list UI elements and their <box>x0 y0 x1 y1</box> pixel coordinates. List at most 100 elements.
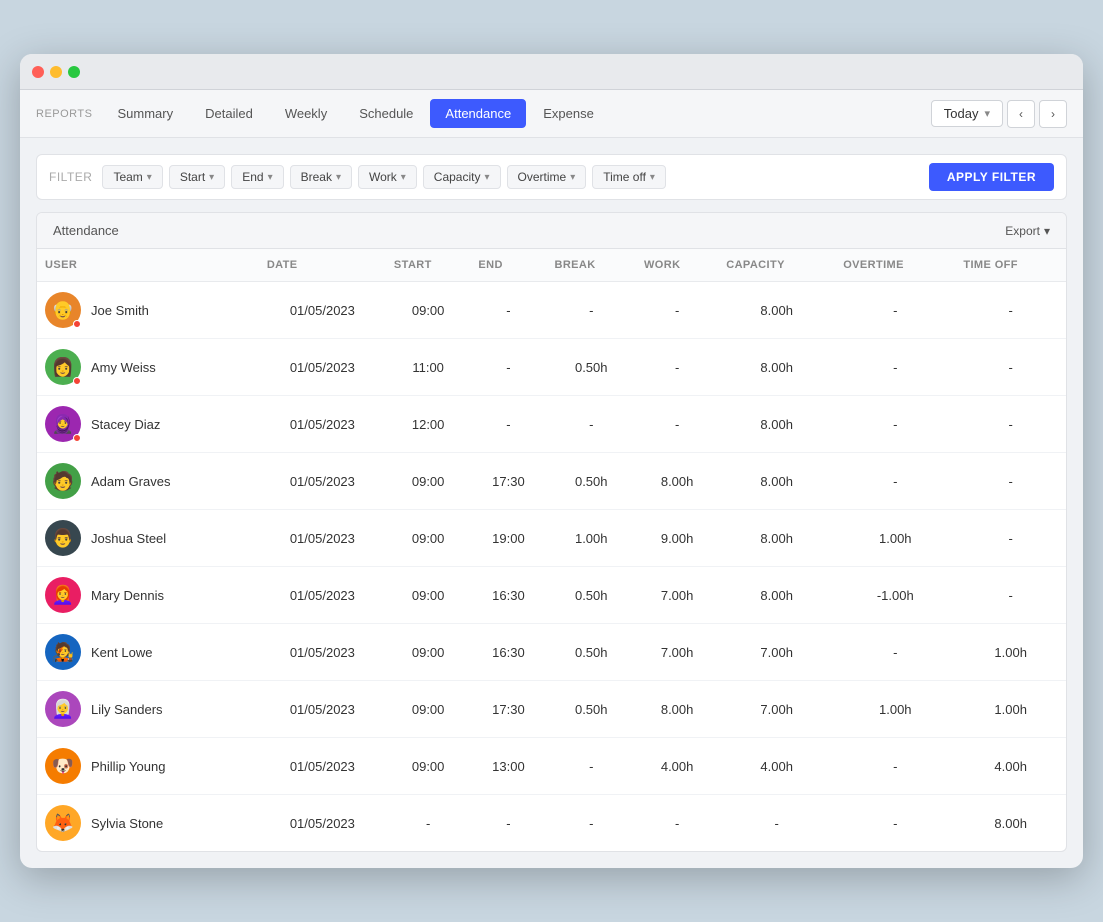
cell-capacity-adam-graves: 8.00h <box>718 453 835 510</box>
cell-work-phillip-young: 4.00h <box>636 738 718 795</box>
close-button[interactable] <box>32 66 44 78</box>
filter-chip-start[interactable]: Start▾ <box>169 165 225 189</box>
cell-timeoff-mary-dennis: - <box>955 567 1066 624</box>
cell-break-lily-sanders: 0.50h <box>546 681 636 738</box>
next-arrow[interactable]: › <box>1039 100 1067 128</box>
cell-work-adam-graves: 8.00h <box>636 453 718 510</box>
user-info: 👩 Amy Weiss <box>45 349 251 385</box>
user-cell-joe-smith: 👴 Joe Smith <box>37 282 259 339</box>
export-button[interactable]: Export ▾ <box>1005 224 1050 238</box>
cell-start-kent-lowe: 09:00 <box>386 624 470 681</box>
cell-date-mary-dennis: 01/05/2023 <box>259 567 386 624</box>
cell-date-amy-weiss: 01/05/2023 <box>259 339 386 396</box>
filter-chip-break[interactable]: Break▾ <box>290 165 352 189</box>
avatar: 👨 <box>45 520 81 556</box>
chevron-down-icon: ▾ <box>209 172 214 183</box>
filter-chip-team[interactable]: Team ▾ <box>102 165 162 189</box>
right-arrow-icon: › <box>1051 107 1055 121</box>
col-header-overtime: OVERTIME <box>835 249 955 282</box>
tab-weekly[interactable]: Weekly <box>270 99 342 128</box>
nav-right: Today ▾ ‹ › <box>931 100 1067 128</box>
filter-label: FILTER <box>49 170 92 184</box>
filter-chip-capacity[interactable]: Capacity▾ <box>423 165 501 189</box>
tab-attendance[interactable]: Attendance <box>430 99 526 128</box>
cell-date-joshua-steel: 01/05/2023 <box>259 510 386 567</box>
cell-start-joe-smith: 09:00 <box>386 282 470 339</box>
filter-chip-end[interactable]: End▾ <box>231 165 283 189</box>
tab-expense[interactable]: Expense <box>528 99 609 128</box>
tab-detailed[interactable]: Detailed <box>190 99 268 128</box>
cell-timeoff-amy-weiss: - <box>955 339 1066 396</box>
cell-date-joe-smith: 01/05/2023 <box>259 282 386 339</box>
user-info: 👨 Joshua Steel <box>45 520 251 556</box>
col-header-end: END <box>470 249 546 282</box>
user-cell-lily-sanders: 👩‍🦳 Lily Sanders <box>37 681 259 738</box>
user-info: 👴 Joe Smith <box>45 292 251 328</box>
user-name: Adam Graves <box>91 474 170 489</box>
tab-summary[interactable]: Summary <box>102 99 188 128</box>
table-row: 👩‍🦳 Lily Sanders 01/05/202309:0017:300.5… <box>37 681 1066 738</box>
user-name: Amy Weiss <box>91 360 156 375</box>
cell-work-mary-dennis: 7.00h <box>636 567 718 624</box>
cell-end-mary-dennis: 16:30 <box>470 567 546 624</box>
cell-timeoff-adam-graves: - <box>955 453 1066 510</box>
avatar: 🧕 <box>45 406 81 442</box>
cell-capacity-stacey-diaz: 8.00h <box>718 396 835 453</box>
cell-end-sylvia-stone: - <box>470 795 546 852</box>
today-button[interactable]: Today ▾ <box>931 100 1003 127</box>
cell-capacity-amy-weiss: 8.00h <box>718 339 835 396</box>
col-header-break: BREAK <box>546 249 636 282</box>
avatar: 👩‍🦰 <box>45 577 81 613</box>
avatar: 👩 <box>45 349 81 385</box>
app-window: REPORTS SummaryDetailedWeeklyScheduleAtt… <box>20 54 1083 868</box>
cell-timeoff-kent-lowe: 1.00h <box>955 624 1066 681</box>
user-info: 🧕 Stacey Diaz <box>45 406 251 442</box>
col-header-capacity: CAPACITY <box>718 249 835 282</box>
filter-chip-label-timeoff: Time off <box>603 170 646 184</box>
cell-capacity-joshua-steel: 8.00h <box>718 510 835 567</box>
chevron-down-icon: ▾ <box>147 172 152 183</box>
chevron-down-icon: ▾ <box>401 172 406 183</box>
cell-date-phillip-young: 01/05/2023 <box>259 738 386 795</box>
maximize-button[interactable] <box>68 66 80 78</box>
cell-date-kent-lowe: 01/05/2023 <box>259 624 386 681</box>
filter-chip-timeoff[interactable]: Time off▾ <box>592 165 666 189</box>
nav-bar: REPORTS SummaryDetailedWeeklyScheduleAtt… <box>20 90 1083 138</box>
cell-date-stacey-diaz: 01/05/2023 <box>259 396 386 453</box>
prev-arrow[interactable]: ‹ <box>1007 100 1035 128</box>
minimize-button[interactable] <box>50 66 62 78</box>
cell-break-mary-dennis: 0.50h <box>546 567 636 624</box>
filter-chip-label-team: Team <box>113 170 142 184</box>
col-header-date: DATE <box>259 249 386 282</box>
chevron-down-icon: ▾ <box>268 172 273 183</box>
user-info: 🦊 Sylvia Stone <box>45 805 251 841</box>
apply-filter-button[interactable]: APPLY FILTER <box>929 163 1054 191</box>
user-info: 🐶 Phillip Young <box>45 748 251 784</box>
left-arrow-icon: ‹ <box>1019 107 1023 121</box>
chevron-down-icon: ▾ <box>570 172 575 183</box>
filter-chip-label-break: Break <box>301 170 332 184</box>
user-info: 🧑‍🎤 Kent Lowe <box>45 634 251 670</box>
cell-start-amy-weiss: 11:00 <box>386 339 470 396</box>
cell-capacity-sylvia-stone: - <box>718 795 835 852</box>
filter-chip-work[interactable]: Work▾ <box>358 165 417 189</box>
cell-end-phillip-young: 13:00 <box>470 738 546 795</box>
cell-overtime-lily-sanders: 1.00h <box>835 681 955 738</box>
chevron-down-icon: ▾ <box>1044 224 1050 238</box>
tab-schedule[interactable]: Schedule <box>344 99 428 128</box>
col-header-work: WORK <box>636 249 718 282</box>
export-label: Export <box>1005 224 1040 238</box>
cell-break-stacey-diaz: - <box>546 396 636 453</box>
cell-capacity-kent-lowe: 7.00h <box>718 624 835 681</box>
table-row: 🧑‍🎤 Kent Lowe 01/05/202309:0016:300.50h7… <box>37 624 1066 681</box>
user-cell-amy-weiss: 👩 Amy Weiss <box>37 339 259 396</box>
traffic-lights <box>32 66 80 78</box>
cell-timeoff-lily-sanders: 1.00h <box>955 681 1066 738</box>
cell-end-kent-lowe: 16:30 <box>470 624 546 681</box>
nav-tabs: REPORTS SummaryDetailedWeeklyScheduleAtt… <box>36 99 609 128</box>
table-header-bar: Attendance Export ▾ <box>37 213 1066 249</box>
cell-work-joe-smith: - <box>636 282 718 339</box>
cell-timeoff-sylvia-stone: 8.00h <box>955 795 1066 852</box>
cell-work-kent-lowe: 7.00h <box>636 624 718 681</box>
filter-chip-overtime[interactable]: Overtime▾ <box>507 165 587 189</box>
